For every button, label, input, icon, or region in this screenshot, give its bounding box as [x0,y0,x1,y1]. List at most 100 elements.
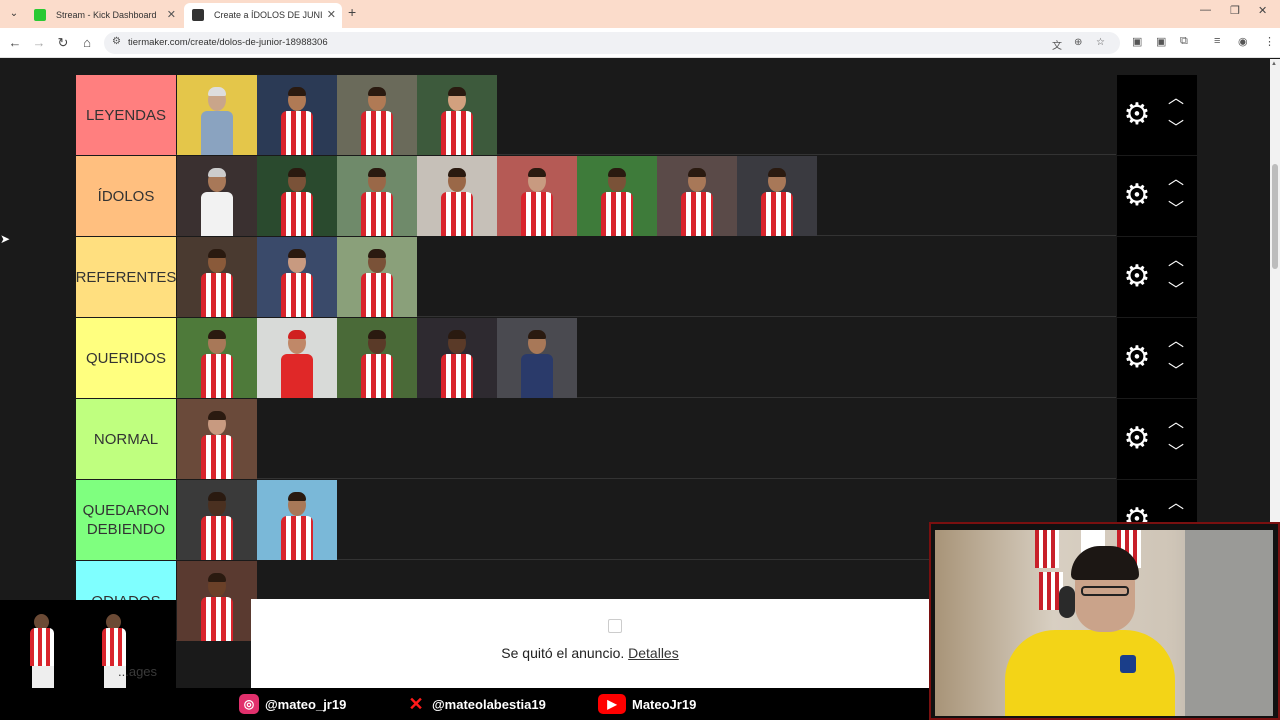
kick-favicon-icon [34,9,46,21]
move-tier-down-icon[interactable]: ﹀ [1165,119,1187,139]
player-image[interactable] [337,237,417,317]
move-tier-up-icon[interactable]: ︿ [1165,332,1187,352]
player-image[interactable] [257,237,337,317]
tier-label[interactable]: NORMAL [76,399,176,479]
tier-label[interactable]: ÍDOLOS [76,156,176,236]
player-image[interactable] [417,156,497,236]
instagram-icon: ◎ [239,694,259,714]
move-tier-down-icon[interactable]: ﹀ [1165,200,1187,220]
profile-avatar-icon[interactable]: ◉ [1238,35,1248,48]
menu-kebab-icon[interactable]: ⋮ [1264,35,1275,48]
player-image[interactable] [177,237,257,317]
mouse-cursor-icon: ➤ [0,232,11,246]
zoom-icon[interactable]: ⊕ [1074,37,1082,48]
player-image[interactable] [657,156,737,236]
browser-toolbar: ← → ↻ ⌂ ⚙ tiermaker.com/create/dolos-de-… [0,28,1280,58]
extension-icon[interactable]: ▣ [1132,35,1142,48]
tier-label[interactable]: QUEDARON DEBIENDO [76,480,176,560]
ad-removed-message: Se quitó el anuncio. Detalles [251,645,929,661]
player-image[interactable] [417,318,497,398]
player-image[interactable] [257,318,337,398]
player-image[interactable] [497,156,577,236]
tab-kick-dashboard[interactable]: Stream - Kick Dashboard ✕ [26,3,182,28]
wall-jersey [1035,530,1059,568]
bookmark-star-icon[interactable]: ☆ [1096,37,1105,48]
player-image[interactable] [417,75,497,155]
extension-icon[interactable]: ▣ [1156,35,1166,48]
tab-tiermaker[interactable]: Create a ÍDOLOS DE JUNIOR Tier ✕ [184,3,342,28]
player-image[interactable] [497,318,577,398]
tier-row: LEYENDAS [76,75,1116,155]
webcam-feed [935,530,1273,716]
social-handle: MateoJr19 [632,696,697,712]
player-image[interactable] [177,480,257,560]
player-image[interactable] [337,156,417,236]
tier-label[interactable]: REFERENTES [76,237,176,317]
player-image[interactable] [257,75,337,155]
player-image[interactable] [577,156,657,236]
streamer-shirt [1005,630,1175,716]
tier-controls: ⚙ ︿ ﹀ [1117,75,1197,155]
move-tier-down-icon[interactable]: ﹀ [1165,443,1187,463]
player-image[interactable] [177,156,257,236]
ad-details-link[interactable]: Detalles [628,645,679,661]
player-image[interactable] [257,480,337,560]
forward-icon[interactable]: → [30,34,48,52]
window-close-icon[interactable]: ✕ [1258,4,1267,17]
headset-icon [1059,586,1075,618]
tier-settings-gear-icon[interactable]: ⚙ [1123,340,1151,376]
tier-settings-gear-icon[interactable]: ⚙ [1123,421,1151,457]
tier-label[interactable]: LEYENDAS [76,75,176,155]
move-tier-up-icon[interactable]: ︿ [1165,413,1187,433]
faded-overlay-text: ...ages [118,664,158,679]
move-tier-down-icon[interactable]: ﹀ [1165,281,1187,301]
back-icon[interactable]: ← [6,34,24,52]
tier-row: QUERIDOS [76,318,1116,398]
home-icon[interactable]: ⌂ [78,34,96,52]
player-image[interactable] [337,318,417,398]
player-image[interactable] [177,561,257,641]
scroll-thumb[interactable] [1272,164,1278,269]
player-image[interactable] [737,156,817,236]
url-text: tiermaker.com/create/dolos-de-junior-189… [128,37,328,48]
player-image[interactable] [177,75,257,155]
tier-settings-gear-icon[interactable]: ⚙ [1123,259,1151,295]
scroll-up-arrow-icon[interactable]: ▲ [1271,61,1277,67]
close-tab-icon[interactable]: ✕ [167,3,176,27]
tiermaker-favicon-icon [192,9,204,21]
reading-list-icon[interactable]: ≡ [1214,35,1220,47]
tier-label[interactable]: QUERIDOS [76,318,176,398]
move-tier-down-icon[interactable]: ﹀ [1165,362,1187,382]
player-image[interactable] [257,156,337,236]
ad-removed-panel: Se quitó el anuncio. Detalles [251,599,929,688]
player-image[interactable] [177,318,257,398]
move-tier-up-icon[interactable]: ︿ [1165,251,1187,271]
move-tier-up-icon[interactable]: ︿ [1165,170,1187,190]
ad-removed-text: Se quitó el anuncio. [501,645,625,661]
tier-settings-gear-icon[interactable]: ⚙ [1123,178,1151,214]
tier-controls: ⚙ ︿ ﹀ [1117,399,1197,479]
player-image[interactable] [177,399,257,479]
social-instagram: ◎ @mateo_jr19 [239,694,346,714]
translate-icon[interactable]: 文 [1052,37,1062,52]
move-tier-up-icon[interactable]: ︿ [1165,494,1187,514]
tab-label: Stream - Kick Dashboard [56,10,157,20]
tab-search-icon[interactable]: ⌄ [6,6,22,22]
extensions-puzzle-icon[interactable]: ⧉ [1180,35,1188,48]
site-info-icon[interactable]: ⚙ [112,36,121,47]
new-tab-button[interactable]: + [348,4,356,20]
youtube-icon: ▶ [598,694,626,714]
close-tab-icon[interactable]: ✕ [327,3,336,27]
social-handle: @mateo_jr19 [265,696,347,712]
tier-settings-gear-icon[interactable]: ⚙ [1123,97,1151,133]
tier-controls: ⚙ ︿ ﹀ [1117,156,1197,236]
tier-controls: ⚙ ︿ ﹀ [1117,237,1197,317]
minimize-icon[interactable]: — [1200,4,1211,16]
player-image[interactable] [337,75,417,155]
restore-icon[interactable]: ❐ [1230,4,1240,17]
reload-icon[interactable]: ↻ [54,34,72,52]
move-tier-up-icon[interactable]: ︿ [1165,89,1187,109]
address-bar[interactable]: ⚙ tiermaker.com/create/dolos-de-junior-1… [104,32,1120,54]
tier-controls: ⚙ ︿ ﹀ [1117,318,1197,398]
social-youtube: ▶ MateoJr19 [598,694,696,714]
